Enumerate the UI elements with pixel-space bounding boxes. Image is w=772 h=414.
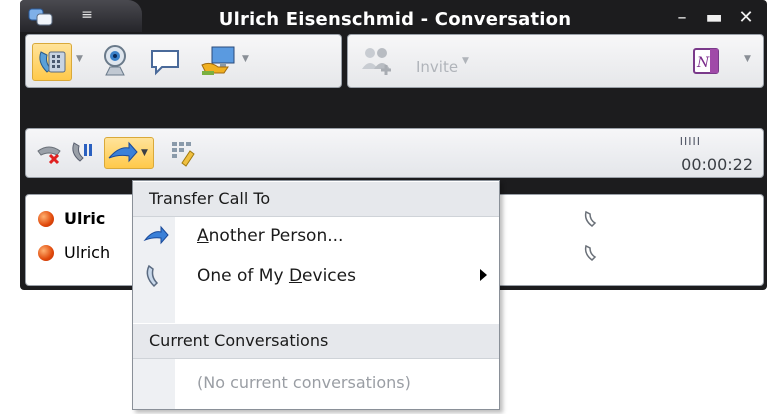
phone-icon bbox=[39, 51, 66, 73]
hangup-button[interactable] bbox=[34, 137, 64, 167]
invite-dropdown-arrow[interactable]: ▼ bbox=[462, 57, 472, 66]
menu-item-label: Another Person... bbox=[197, 226, 344, 246]
submenu-arrow-icon bbox=[480, 269, 487, 281]
menu-header-transfer: Transfer Call To bbox=[133, 181, 499, 217]
share-dropdown-arrow[interactable]: ▼ bbox=[242, 55, 252, 64]
ribbon: ▼ ▼ Invite ▼ N ▼ bbox=[25, 34, 764, 124]
menu-header-label: Transfer Call To bbox=[149, 189, 271, 208]
keypad-button[interactable] bbox=[168, 137, 198, 167]
invite-label: Invite bbox=[416, 58, 459, 76]
transfer-menu: Transfer Call To Another Person... One o… bbox=[132, 180, 500, 410]
quick-access-menu-icon[interactable]: ≡ bbox=[80, 8, 94, 24]
menu-item-my-devices[interactable]: One of My Devices bbox=[133, 257, 499, 295]
presence-busy-icon bbox=[38, 245, 54, 261]
transfer-button[interactable]: ▼ bbox=[104, 137, 154, 169]
webcam-button[interactable] bbox=[98, 43, 132, 79]
hold-icon bbox=[72, 142, 92, 162]
chat-bubble-icon bbox=[151, 50, 179, 76]
title-left-tab: ≡ bbox=[20, 0, 142, 32]
signal-strength-icon: IIIII bbox=[679, 135, 701, 148]
keypad-icon bbox=[172, 142, 195, 167]
call-timer: 00:00:22 bbox=[681, 155, 753, 174]
menu-item-no-conversations: (No current conversations) bbox=[197, 373, 411, 392]
svg-text:N: N bbox=[696, 55, 710, 71]
ribbon-group-invite: Invite ▼ N ▼ bbox=[347, 34, 764, 88]
ribbon-group-communication: ▼ ▼ bbox=[25, 34, 342, 88]
menu-item-another-person[interactable]: Another Person... bbox=[133, 217, 499, 255]
window-title: Ulrich Eisenschmid - Conversation bbox=[218, 9, 572, 30]
invite-icon bbox=[362, 48, 391, 75]
phone-button[interactable] bbox=[32, 43, 72, 81]
phone-dropdown-arrow[interactable]: ▼ bbox=[76, 55, 86, 64]
invite-button[interactable]: Invite ▼ bbox=[358, 43, 478, 79]
hold-button[interactable] bbox=[68, 137, 98, 167]
app-icon[interactable] bbox=[28, 8, 54, 26]
onenote-icon: N bbox=[693, 48, 719, 74]
webcam-icon bbox=[104, 45, 126, 76]
minimize-button[interactable]: – bbox=[670, 6, 694, 30]
share-desktop-icon bbox=[201, 46, 235, 75]
participant-name: Ulric bbox=[64, 209, 106, 228]
phone-handset-icon bbox=[146, 264, 159, 288]
transfer-icon bbox=[108, 141, 138, 163]
im-button[interactable] bbox=[148, 43, 182, 79]
transfer-dropdown-arrow[interactable]: ▼ bbox=[141, 148, 148, 158]
maximize-button[interactable]: ▬ bbox=[702, 6, 726, 30]
phone-status-icon bbox=[584, 244, 597, 261]
call-toolbar: ▼ IIIII 00:00:22 bbox=[25, 128, 764, 178]
close-button[interactable]: ✕ bbox=[734, 6, 758, 30]
menu-header-label: Current Conversations bbox=[149, 331, 329, 350]
hangup-icon bbox=[37, 146, 61, 165]
menu-item-label: One of My Devices bbox=[197, 266, 356, 286]
share-button[interactable] bbox=[198, 43, 238, 79]
participant-name: Ulrich bbox=[64, 243, 111, 262]
presence-busy-icon bbox=[38, 211, 54, 227]
menu-header-current: Current Conversations bbox=[133, 323, 499, 359]
phone-status-icon bbox=[584, 210, 597, 227]
onenote-button[interactable]: N bbox=[688, 43, 728, 79]
onenote-dropdown-arrow[interactable]: ▼ bbox=[744, 55, 754, 64]
transfer-arrow-icon bbox=[143, 225, 169, 245]
